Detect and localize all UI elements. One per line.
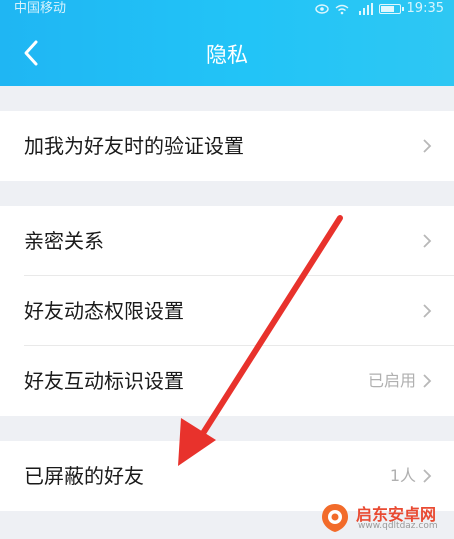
- battery-icon: [378, 4, 404, 14]
- list-item-close-relationship[interactable]: 亲密关系: [0, 206, 454, 276]
- watermark-logo-icon: [322, 504, 348, 532]
- signal-icon: [358, 3, 373, 15]
- eye-icon: [314, 4, 329, 14]
- wifi-icon: [335, 4, 348, 14]
- row-label: 好友动态权限设置: [24, 299, 184, 323]
- settings-group-verification: 加我为好友时的验证设置: [0, 111, 454, 181]
- row-label: 好友互动标识设置: [24, 369, 184, 393]
- chevron-right-icon: [423, 304, 432, 318]
- carrier-name: 中国移动: [14, 1, 67, 16]
- status-icons: 19:35: [314, 0, 444, 18]
- status-bar: 中国移动 19:35: [0, 0, 454, 18]
- row-label: 已屏蔽的好友: [24, 464, 144, 488]
- chevron-right-icon: [423, 234, 432, 248]
- list-item-feed-permissions[interactable]: 好友动态权限设置: [0, 276, 454, 346]
- row-label: 亲密关系: [24, 229, 104, 253]
- page-title: 隐私: [206, 43, 248, 67]
- chevron-right-icon: [423, 469, 432, 483]
- watermark-url: www.qdltdaz.com: [358, 521, 438, 531]
- list-item-verification-settings[interactable]: 加我为好友时的验证设置: [0, 111, 454, 181]
- watermark: 启东安卓网 www.qdltdaz.com: [316, 499, 446, 537]
- list-item-interaction-badge[interactable]: 好友互动标识设置 已启用: [0, 346, 454, 416]
- settings-group-friends: 亲密关系 好友动态权限设置 好友互动标识设置 已启用: [0, 206, 454, 416]
- header-bar: 中国移动 19:35 隐私: [0, 0, 454, 86]
- status-value: 已启用: [367, 371, 416, 390]
- clock: 19:35: [406, 1, 444, 16]
- chevron-right-icon: [423, 374, 432, 388]
- row-label: 加我为好友时的验证设置: [24, 134, 244, 158]
- chevron-right-icon: [423, 139, 432, 153]
